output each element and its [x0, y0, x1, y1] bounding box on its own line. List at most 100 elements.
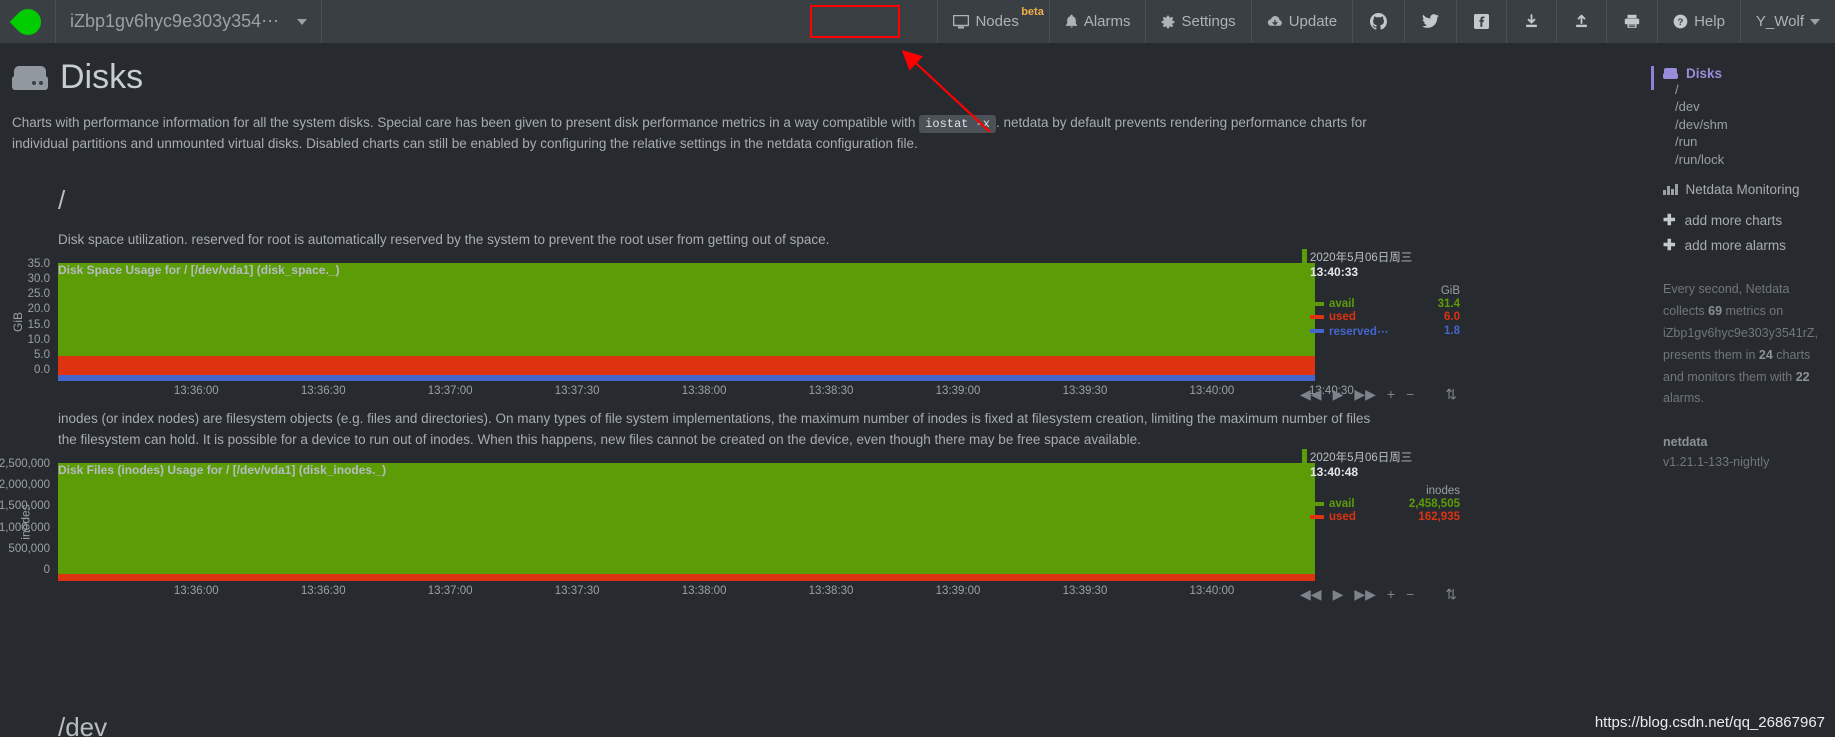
print-icon — [1624, 14, 1640, 29]
xtick: 13:38:00 — [681, 584, 727, 597]
resize-handle[interactable]: ⇅ — [1445, 586, 1457, 603]
top-navbar: iZbp1gv6hyc9e303y354⋯ Nodes beta Alarms … — [0, 0, 1835, 44]
zoom-in-button[interactable]: + — [1387, 386, 1395, 402]
zoom-in-button[interactable]: + — [1387, 586, 1395, 602]
nav-export[interactable] — [1556, 0, 1606, 43]
sidebar-item-run-lock[interactable]: /run/lock — [1675, 151, 1835, 168]
legend-accent-bar — [1302, 248, 1307, 340]
add-more-alarms-button[interactable]: ✚ add more alarms — [1651, 238, 1835, 253]
forward-button[interactable]: ▶▶ — [1354, 586, 1376, 603]
play-button[interactable]: ▶ — [1333, 586, 1344, 603]
hostname-dropdown[interactable]: iZbp1gv6hyc9e303y354⋯ — [56, 0, 323, 43]
netdata-logo[interactable] — [0, 0, 56, 43]
play-button[interactable]: ▶ — [1333, 386, 1344, 403]
sidebar-item-disks[interactable]: Disks — [1651, 66, 1835, 90]
section-heading-root[interactable]: / — [58, 185, 1635, 216]
sidebar-item-netdata-monitoring[interactable]: Netdata Monitoring — [1651, 182, 1835, 197]
legend-row[interactable]: avail 2,458,505 — [1310, 498, 1460, 510]
sidebar-item-root[interactable]: / — [1675, 81, 1835, 98]
app-name: netdata — [1663, 435, 1708, 450]
chart-title-1: Disk Files (inodes) Usage for / [/dev/vd… — [58, 462, 387, 477]
twitter-icon — [1422, 14, 1440, 29]
nav-facebook[interactable] — [1456, 0, 1506, 43]
chart-canvas-0[interactable] — [58, 262, 1315, 381]
add-more-charts-button[interactable]: ✚ add more charts — [1651, 213, 1835, 228]
hostname-label: iZbp1gv6hyc9e303y354⋯ — [70, 11, 280, 31]
legend-name: used — [1329, 510, 1356, 523]
xtick: 13:40:00 — [1189, 384, 1235, 397]
ytick: 1,000,000 — [0, 521, 50, 534]
chart-plot-area-0[interactable]: GiB 35.0 30.0 25.0 20.0 15.0 10.0 5.0 0.… — [0, 248, 1635, 402]
xtick: 13:36:30 — [300, 384, 346, 397]
page-description: Charts with performance information for … — [12, 113, 1382, 155]
legend-value: 162,935 — [1418, 510, 1460, 523]
resize-handle[interactable]: ⇅ — [1445, 386, 1457, 403]
xtick: 13:40:00 — [1189, 584, 1235, 597]
plus-icon: ✚ — [1663, 237, 1676, 255]
nav-import[interactable] — [1506, 0, 1556, 43]
page-body: Disks Charts with performance informatio… — [0, 44, 1835, 737]
chart-plot-area-1[interactable]: inodes 2,500,000 2,000,000 1,500,000 1,0… — [0, 448, 1635, 602]
right-sidebar: Disks / /dev /dev/shm /run /run/lock Net… — [1635, 44, 1835, 737]
ytick: 0 — [43, 564, 50, 577]
legend-row[interactable]: reserved⋯ 1.8 — [1310, 324, 1460, 338]
sidebar-item-dev-shm[interactable]: /dev/shm — [1675, 116, 1835, 133]
section-heading-dev[interactable]: /dev — [58, 712, 107, 737]
legend-row[interactable]: used 6.0 — [1310, 311, 1460, 323]
nav-print[interactable] — [1606, 0, 1657, 43]
ytick: 0.0 — [34, 364, 50, 377]
nav-settings[interactable]: Settings — [1145, 0, 1250, 43]
sidebar-item-run[interactable]: /run — [1675, 133, 1835, 150]
nav-user-menu[interactable]: Y_Wolf — [1739, 0, 1835, 43]
cloud-download-icon — [1267, 15, 1283, 28]
chart-controls-0: ◀◀ ▶ ▶▶ + − ⇅ — [1300, 386, 1457, 403]
legend-date-0: 2020年5月06日周三 — [1310, 251, 1413, 264]
legend-row[interactable]: avail 31.4 — [1310, 298, 1460, 310]
zoom-out-button[interactable]: − — [1406, 586, 1414, 602]
main-content: Disks Charts with performance informatio… — [0, 44, 1635, 737]
nav-nodes[interactable]: Nodes beta — [937, 0, 1048, 43]
chart-canvas-1[interactable] — [58, 462, 1315, 581]
bell-icon — [1065, 14, 1078, 29]
legend-time-1: 13:40:48 — [1310, 464, 1359, 479]
chart-legend-1: 2020年5月06日周三 13:40:48 inodes avail 2,458… — [1302, 448, 1460, 525]
rewind-button[interactable]: ◀◀ — [1300, 586, 1322, 603]
rewind-button[interactable]: ◀◀ — [1300, 386, 1322, 403]
nav-github[interactable] — [1352, 0, 1404, 43]
nav-twitter[interactable] — [1404, 0, 1456, 43]
nav-help-label: Help — [1694, 13, 1725, 30]
nav-nodes-label: Nodes — [975, 13, 1019, 30]
sidebar-disks-label: Disks — [1686, 66, 1723, 81]
question-circle-icon: ? — [1673, 14, 1688, 29]
nav-settings-label: Settings — [1181, 13, 1236, 30]
plus-icon: ✚ — [1663, 212, 1676, 230]
chart-description-0: Disk space utilization. reserved for roo… — [58, 231, 830, 247]
app-version: v1.21.1-133-nightly — [1663, 455, 1770, 470]
bar-chart-icon — [1663, 184, 1678, 196]
sidebar-item-dev[interactable]: /dev — [1675, 98, 1835, 115]
nav-help[interactable]: ? Help — [1657, 0, 1740, 43]
iostat-code-chip: iostat -x — [919, 115, 996, 133]
sidebar-monitoring-label: Netdata Monitoring — [1685, 182, 1800, 198]
sidebar-version-block: netdata v1.21.1-133-nightly — [1651, 432, 1835, 472]
forward-button[interactable]: ▶▶ — [1354, 386, 1376, 403]
zoom-out-button[interactable]: − — [1406, 386, 1414, 402]
nav-alarms-label: Alarms — [1083, 13, 1131, 30]
watermark-url: https://blog.csdn.net/qq_26867967 — [1594, 714, 1825, 731]
ytick: 2,000,000 — [0, 478, 50, 491]
xtick: 13:36:00 — [173, 584, 219, 597]
legend-row[interactable]: used 162,935 — [1310, 511, 1460, 523]
nav-alarms[interactable]: Alarms — [1048, 0, 1146, 43]
beta-badge: beta — [1021, 6, 1044, 18]
monitor-icon — [953, 14, 970, 29]
github-icon — [1370, 13, 1388, 30]
chart-title-0: Disk Space Usage for / [/dev/vda1] (disk… — [58, 262, 340, 277]
ytick: 5.0 — [34, 348, 50, 361]
page-description-part1: Charts with performance information for … — [12, 115, 916, 130]
legend-swatch-icon — [1310, 314, 1324, 319]
xtick: 13:39:30 — [1062, 384, 1108, 397]
chart-yticks-0: 35.0 30.0 25.0 20.0 15.0 10.0 5.0 0.0 — [0, 258, 54, 381]
chart-xticks-0: 13:36:00 13:36:30 13:37:00 13:37:30 13:3… — [58, 381, 1354, 401]
nav-update[interactable]: Update — [1250, 0, 1352, 43]
legend-value: 31.4 — [1437, 297, 1460, 310]
